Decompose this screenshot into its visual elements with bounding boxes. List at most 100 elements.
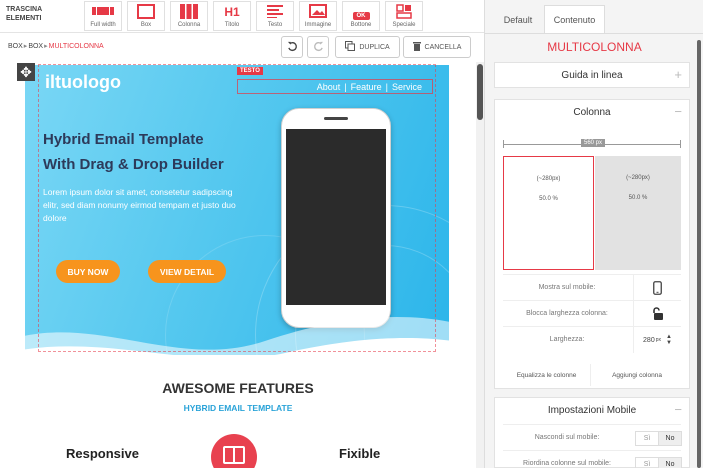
columns-icon <box>171 4 207 21</box>
canvas-scrollbar[interactable] <box>476 62 484 468</box>
hide-mobile-no[interactable]: No <box>658 431 682 446</box>
tool-box[interactable]: Box <box>127 1 165 31</box>
email-canvas: iltuologo TESTO About | Feature | Service Hy… <box>0 62 476 468</box>
properties-panel: Default Contenuto MULTICOLONNA Guida in … <box>484 0 703 468</box>
stepper-arrows-icon[interactable]: ▲ ▼ <box>666 334 672 346</box>
reorder-mobile-row: Riordina colonne sul mobile: Sì No <box>503 450 682 468</box>
hero-body-text[interactable]: Lorem ipsum dolor sit amet, consetetur s… <box>43 186 243 225</box>
duplicate-button[interactable]: DUPLICA <box>335 36 400 58</box>
mobile-settings-header[interactable]: Impostazioni Mobile − <box>495 398 689 422</box>
phone-speaker <box>324 117 348 120</box>
logo-text[interactable]: iltuologo <box>45 72 121 93</box>
view-detail-button[interactable]: VIEW DETAIL <box>148 260 226 283</box>
features-title[interactable]: AWESOME FEATURES <box>0 380 476 396</box>
delete-label: CANCELLA <box>424 43 462 51</box>
special-icon <box>386 4 422 21</box>
hero-title-line: With Drag & Drop Builder <box>43 156 224 173</box>
hero-nav[interactable]: About | Feature | Service <box>237 79 433 94</box>
trash-icon <box>412 41 421 53</box>
canvas-scroll-thumb[interactable] <box>477 64 483 120</box>
features-subtitle[interactable]: HYBRID EMAIL TEMPLATE <box>0 403 476 413</box>
tool-columns[interactable]: Colonna <box>170 1 208 31</box>
show-mobile-row: Mostra sul mobile: <box>503 274 681 301</box>
nav-link-about[interactable]: About <box>317 82 341 92</box>
width-label: Larghezza: <box>549 336 585 343</box>
panel-title: MULTICOLONNA <box>547 40 642 54</box>
delete-button[interactable]: CANCELLA <box>403 36 471 58</box>
nav-link-service[interactable]: Service <box>392 82 422 92</box>
mobile-settings-section: Impostazioni Mobile − Nascondi sul mobil… <box>494 397 690 468</box>
redo-button[interactable] <box>307 36 329 58</box>
move-handle-icon[interactable]: ✥ <box>17 63 35 81</box>
column-section: Colonna − 560 px (~280px) 50.0 % (~280px… <box>494 99 690 389</box>
full-width-icon <box>85 4 121 21</box>
equalize-columns-button[interactable]: Equalizza le colonne <box>503 364 591 386</box>
tab-divider <box>485 33 703 34</box>
tool-text[interactable]: Testo <box>256 1 294 31</box>
width-ruler: 560 px <box>503 139 681 148</box>
mobile-settings-label: Impostazioni Mobile <box>547 404 637 416</box>
column-width-text: (~280px) <box>626 175 650 181</box>
width-unit: px <box>655 337 661 343</box>
plus-icon: + <box>674 67 682 82</box>
column-header[interactable]: Colonna − <box>495 100 689 124</box>
duplicate-icon <box>345 41 356 53</box>
book-icon <box>211 434 257 468</box>
feature-flexible[interactable]: Fixible <box>339 446 380 461</box>
guide-section[interactable]: Guida in linea + <box>494 62 690 88</box>
column-1-box[interactable]: (~280px) 50.0 % <box>503 156 594 270</box>
tool-image[interactable]: Immagine <box>299 1 337 31</box>
width-stepper[interactable]: 280 px ▲ ▼ <box>633 327 681 353</box>
reorder-mobile-no[interactable]: No <box>658 457 682 468</box>
add-column-button[interactable]: Aggiungi colonna <box>592 364 682 386</box>
tool-special[interactable]: Speciale <box>385 1 423 31</box>
phone-screen <box>286 129 386 305</box>
hide-mobile-label: Nascondi sul mobile: <box>534 434 600 441</box>
hide-mobile-row: Nascondi sul mobile: Sì No <box>503 424 682 450</box>
minus-icon: − <box>674 104 682 119</box>
breadcrumb: BOX▸BOX▸MULTICOLONNA <box>8 42 104 50</box>
undo-icon <box>287 41 298 54</box>
chevron-right-icon: ▸ <box>44 43 48 50</box>
tab-contenuto[interactable]: Contenuto <box>544 5 605 34</box>
tab-default[interactable]: Default <box>494 5 542 34</box>
text-icon <box>257 4 293 21</box>
total-width-label: 560 px <box>581 139 606 147</box>
chevron-right-icon: ▸ <box>23 43 28 50</box>
undo-button[interactable] <box>281 36 303 58</box>
element-toolbar: TRASCINA ELEMENTI Full width Box Colonna… <box>0 0 484 33</box>
feature-responsive[interactable]: Responsive <box>66 446 139 461</box>
image-icon <box>300 4 336 21</box>
panel-scrollbar[interactable] <box>697 40 701 468</box>
guide-header[interactable]: Guida in linea + <box>495 63 689 87</box>
tool-heading[interactable]: H1 Titolo <box>213 1 251 31</box>
unlock-icon[interactable] <box>633 301 681 327</box>
text-element-tag: TESTO <box>237 67 263 75</box>
box-icon <box>128 4 164 21</box>
heading-icon: H1 <box>224 5 240 19</box>
breadcrumb-item[interactable]: BOX <box>8 43 23 50</box>
redo-icon <box>313 41 324 54</box>
column-2-box[interactable]: (~280px) 50.0 % <box>595 156 681 270</box>
tool-full-width[interactable]: Full width <box>84 1 122 31</box>
duplicate-label: DUPLICA <box>359 43 390 51</box>
button-icon: OK <box>343 4 379 21</box>
lock-width-row: Blocca larghezza colonna: <box>503 300 681 327</box>
nav-link-feature[interactable]: Feature <box>351 82 382 92</box>
drag-elements-label: TRASCINA ELEMENTI <box>6 6 42 22</box>
hero-section[interactable]: iltuologo TESTO About | Feature | Service Hy… <box>25 65 449 355</box>
nav-separator: | <box>385 82 388 92</box>
mobile-icon[interactable] <box>633 275 681 301</box>
tool-button[interactable]: OK Bottone <box>342 1 380 31</box>
buy-now-button[interactable]: BUY NOW <box>56 260 120 283</box>
breadcrumb-item[interactable]: BOX <box>28 43 43 50</box>
width-value: 280 <box>643 336 655 344</box>
width-row: Larghezza: 280 px ▲ ▼ <box>503 326 681 353</box>
show-mobile-label: Mostra sul mobile: <box>538 284 596 291</box>
phone-image[interactable] <box>281 108 391 328</box>
hide-mobile-yes[interactable]: Sì <box>635 431 659 446</box>
hero-title[interactable]: Hybrid Email Template With Drag & Drop B… <box>43 127 273 177</box>
wave-decoration <box>25 317 449 355</box>
column-percent-text: 50.0 % <box>628 195 648 201</box>
reorder-mobile-yes[interactable]: Sì <box>635 457 659 468</box>
